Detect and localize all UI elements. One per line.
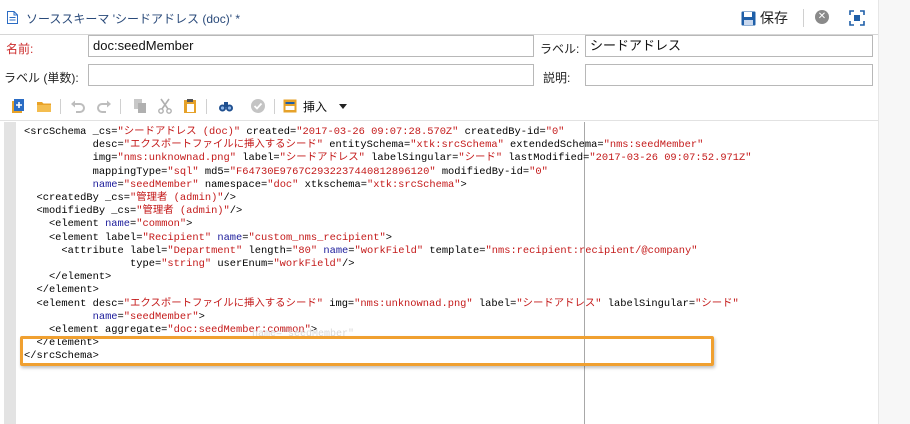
plural-label-input[interactable] (88, 64, 534, 86)
add-icon[interactable] (10, 98, 26, 114)
editor-toolbar: 挿入 (0, 93, 878, 121)
find-icon[interactable] (218, 98, 234, 114)
description-input[interactable] (585, 64, 873, 86)
chevron-down-icon[interactable] (339, 103, 348, 109)
open-folder-icon[interactable] (36, 98, 52, 114)
maximize-icon[interactable] (849, 10, 865, 26)
highlight-box (20, 336, 714, 366)
name-input[interactable]: doc:seedMember (88, 35, 534, 57)
plural-label: ラベル (単数): (4, 71, 79, 85)
copy-icon[interactable] (132, 98, 148, 114)
window-title: ソーススキーマ 'シードアドレス (doc)' * (26, 12, 240, 26)
save-button[interactable]: 保存 (741, 8, 788, 28)
redo-icon[interactable] (96, 98, 112, 114)
paste-icon[interactable] (182, 98, 198, 114)
title-separator (803, 9, 804, 27)
save-label: 保存 (760, 10, 788, 26)
toolbar-separator (120, 99, 121, 114)
insert-button[interactable]: 挿入 (283, 97, 348, 115)
xml-source[interactable]: <srcSchema _cs="シードアドレス (doc)" created="… (24, 126, 752, 364)
toolbar-separator (274, 99, 275, 114)
window-title-bar: ソーススキーマ 'シードアドレス (doc)' * 保存 ✕ (0, 0, 878, 35)
floppy-disk-icon (741, 11, 756, 25)
editor-gutter (4, 122, 16, 424)
toolbar-separator (60, 99, 61, 114)
validate-icon[interactable] (250, 98, 266, 114)
toolbar-separator (206, 99, 207, 114)
insert-label: 挿入 (303, 99, 328, 114)
description-label: 説明: (543, 71, 571, 85)
close-icon[interactable]: ✕ (815, 10, 829, 24)
xml-editor[interactable]: <srcSchema _cs="シードアドレス (doc)" created="… (0, 122, 878, 424)
cut-icon[interactable] (157, 98, 173, 114)
insert-icon (283, 99, 297, 113)
right-scroll-strip (878, 0, 910, 424)
undo-icon[interactable] (70, 98, 86, 114)
document-icon (7, 11, 18, 24)
label-input[interactable]: シードアドレス (585, 35, 873, 57)
label-label: ラベル: (540, 42, 580, 56)
name-label: 名前: (6, 42, 34, 56)
